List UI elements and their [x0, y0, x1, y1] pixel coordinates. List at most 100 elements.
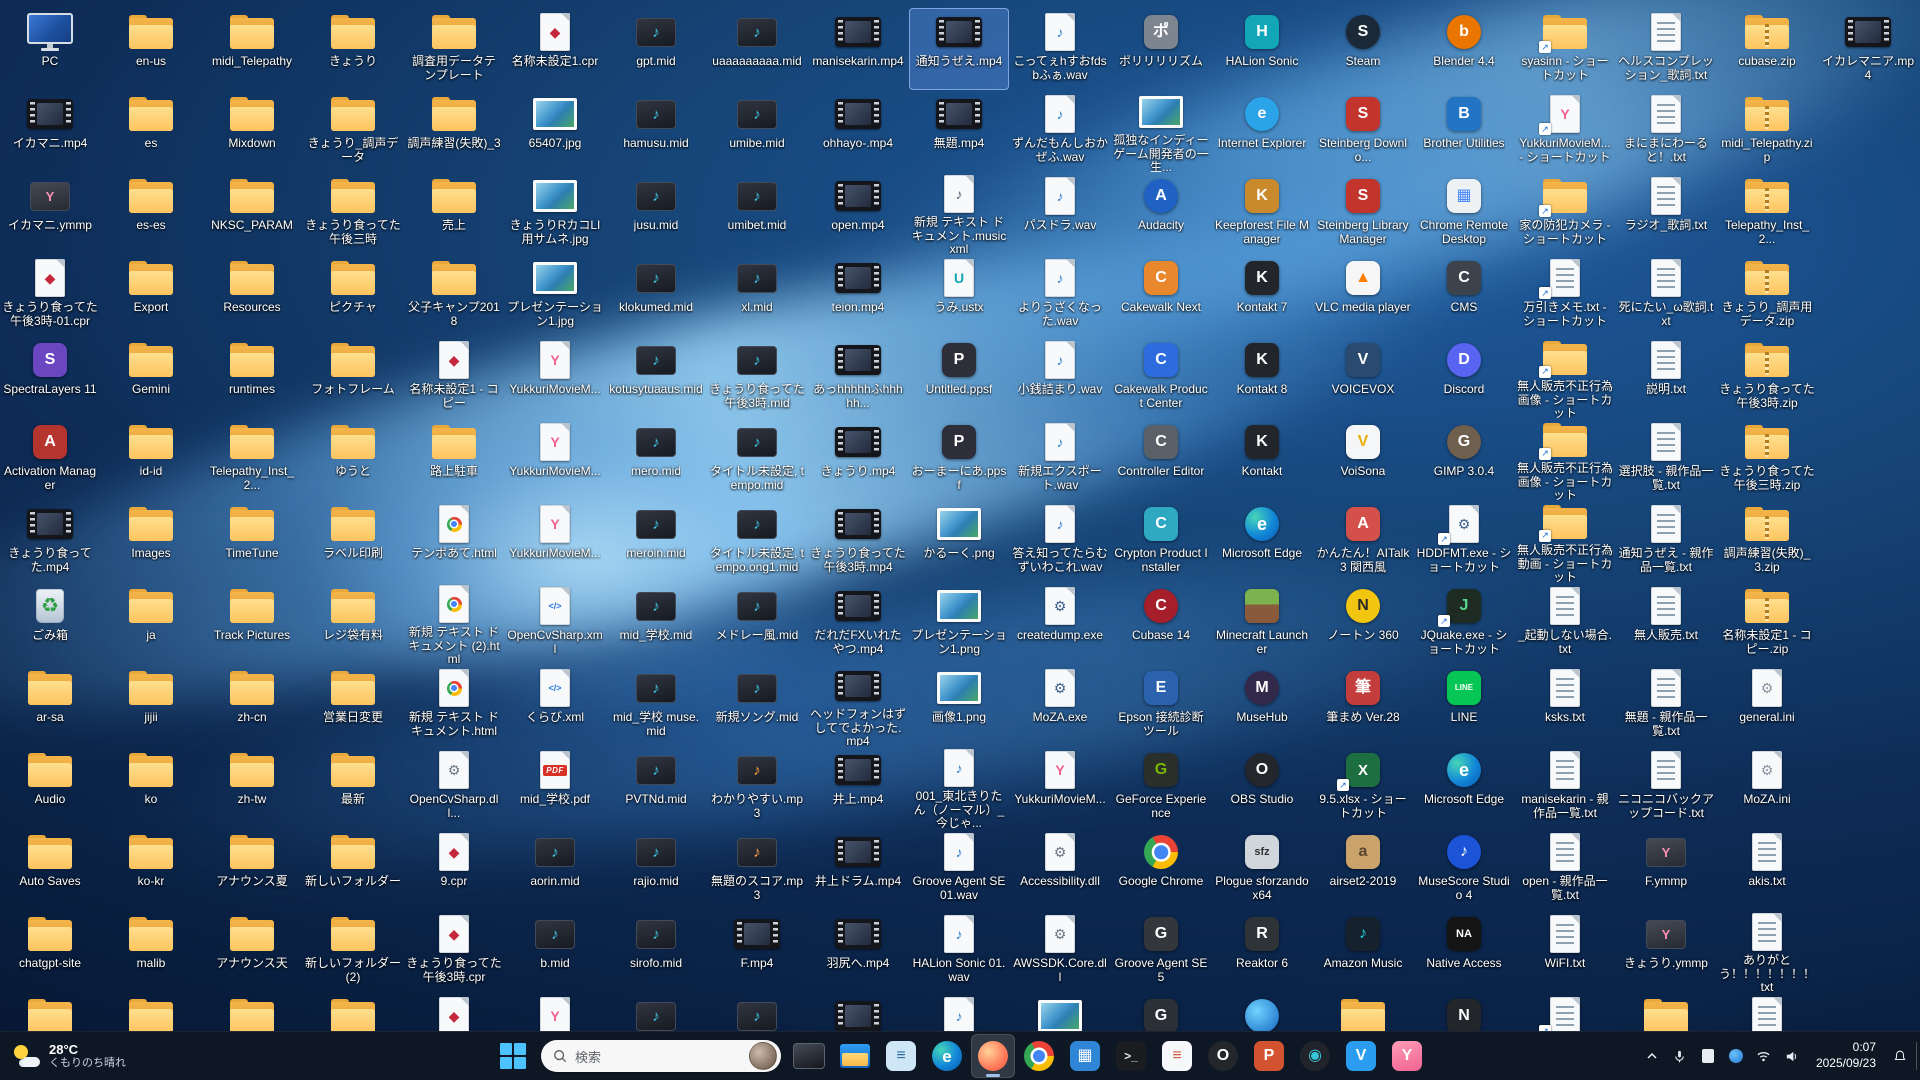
desktop-icon[interactable]: S Steinberg Library Manager: [1313, 172, 1413, 254]
desktop-icon[interactable]: [1010, 992, 1110, 1032]
desktop-icon[interactable]: [1313, 992, 1413, 1032]
desktop-icon[interactable]: e Internet Explorer: [1212, 90, 1312, 172]
desktop-icon[interactable]: ◆ きょうり食ってた午後3時-01.cpr: [0, 254, 100, 336]
desktop-icon[interactable]: S SpectraLayers 11: [0, 336, 100, 418]
desktop-icon[interactable]: C Cubase 14: [1111, 582, 1211, 664]
desktop-icon[interactable]: ⚙ OpenCvSharp.dll...: [404, 746, 504, 828]
desktop-icon[interactable]: X ↗ 9.5.xlsx - ショートカット: [1313, 746, 1413, 828]
desktop-icon[interactable]: ♪ タイトル未設定, tempo.ong1.mid: [707, 500, 807, 582]
desktop-icon[interactable]: zh-cn: [202, 664, 302, 746]
desktop-icon[interactable]: jijii: [101, 664, 201, 746]
desktop-icon[interactable]: Auto Saves: [0, 828, 100, 910]
desktop-icon[interactable]: きょうり_調声データ: [303, 90, 403, 172]
desktop-icon[interactable]: D Discord: [1414, 336, 1514, 418]
desktop-icon[interactable]: C Cakewalk Next: [1111, 254, 1211, 336]
desktop-icon[interactable]: zh-tw: [202, 746, 302, 828]
desktop-icon[interactable]: 調査用データテンプレート: [404, 8, 504, 90]
desktop-icon[interactable]: 父子キャンプ2018: [404, 254, 504, 336]
desktop-icon[interactable]: ♪: [909, 992, 1009, 1032]
app-lightblue-doc[interactable]: ≡: [879, 1034, 923, 1078]
desktop-icon[interactable]: WiFI.txt: [1515, 910, 1615, 992]
obs-studio[interactable]: O: [1201, 1034, 1245, 1078]
desktop-icon[interactable]: NKSC_PARAM: [202, 172, 302, 254]
desktop-icon[interactable]: 無題 - 親作品一覧.txt: [1616, 664, 1716, 746]
desktop-icon[interactable]: open - 親作品一覧.txt: [1515, 828, 1615, 910]
desktop-icon[interactable]: 新規 テキスト ドキュメント.html: [404, 664, 504, 746]
desktop-icon[interactable]: manisekarin - 親作品一覧.txt: [1515, 746, 1615, 828]
desktop-icon[interactable]: akis.txt: [1717, 828, 1817, 910]
desktop-icon[interactable]: ⚙ AWSSDK.Core.dll: [1010, 910, 1110, 992]
desktop-icon[interactable]: TimeTune: [202, 500, 302, 582]
desktop-icon[interactable]: Export: [101, 254, 201, 336]
tray-app-icon-blue[interactable]: [1724, 1044, 1748, 1068]
taskbar-clock[interactable]: 0:07 2025/09/23: [1808, 1040, 1884, 1071]
desktop-icon[interactable]: ♪ 答え知ってたらむずいわこれ.wav: [1010, 500, 1110, 582]
desktop-icon[interactable]: C Crypton Product Installer: [1111, 500, 1211, 582]
file-explorer[interactable]: [833, 1034, 877, 1078]
desktop-icon[interactable]: ♪ HALion Sonic 01.wav: [909, 910, 1009, 992]
desktop-icon[interactable]: 無人販売.txt: [1616, 582, 1716, 664]
tray-chevron-up-icon[interactable]: [1640, 1044, 1664, 1068]
desktop-icon[interactable]: ohhayo-.mp4: [808, 90, 908, 172]
desktop-icon[interactable]: malib: [101, 910, 201, 992]
desktop-icon[interactable]: 最新: [303, 746, 403, 828]
desktop-icon[interactable]: ♪ PVTNd.mid: [606, 746, 706, 828]
desktop-icon[interactable]: runtimes: [202, 336, 302, 418]
desktop-icon[interactable]: ksks.txt: [1515, 664, 1615, 746]
desktop-icon[interactable]: ♪ xl.mid: [707, 254, 807, 336]
desktop-icon[interactable]: ♪ よりうざくなった.wav: [1010, 254, 1110, 336]
desktop-icon[interactable]: ♪ ずんだもんしおかぜふ.wav: [1010, 90, 1110, 172]
desktop-icon[interactable]: ♪ MuseScore Studio 4: [1414, 828, 1514, 910]
desktop-icon[interactable]: ♪ sirofo.mid: [606, 910, 706, 992]
desktop-icon[interactable]: V VoiSona: [1313, 418, 1413, 500]
desktop-icon[interactable]: 無題.mp4: [909, 90, 1009, 172]
desktop-icon[interactable]: 調声練習(失敗)_3: [404, 90, 504, 172]
desktop-icon[interactable]: K Kontakt 7: [1212, 254, 1312, 336]
desktop-icon[interactable]: K Kontakt: [1212, 418, 1312, 500]
desktop-icon[interactable]: 売上: [404, 172, 504, 254]
desktop-icon[interactable]: teion.mp4: [808, 254, 908, 336]
desktop-icon[interactable]: A Audacity: [1111, 172, 1211, 254]
desktop-icon[interactable]: ニコニコバックアップコード.txt: [1616, 746, 1716, 828]
desktop-icon[interactable]: ◆: [404, 992, 504, 1032]
desktop-icon[interactable]: ♪: [606, 992, 706, 1032]
desktop-icon[interactable]: ◆ 名称未設定1.cpr: [505, 8, 605, 90]
desktop-icon[interactable]: ja: [101, 582, 201, 664]
desktop-icon[interactable]: ♪ mero.mid: [606, 418, 706, 500]
desktop-icon[interactable]: sfz Plogue sforzando x64: [1212, 828, 1312, 910]
desktop-icon[interactable]: ♪ kotusytuaaus.mid: [606, 336, 706, 418]
desktop-icon[interactable]: あっhhhhhふhhhhh...: [808, 336, 908, 418]
desktop-icon[interactable]: 65407.jpg: [505, 90, 605, 172]
ymm4[interactable]: Y: [1385, 1034, 1429, 1078]
desktop-icon[interactable]: 死にたい_ω歌詞.txt: [1616, 254, 1716, 336]
desktop-icon[interactable]: ラベル印刷: [303, 500, 403, 582]
desktop-icon[interactable]: ♪ meroin.mid: [606, 500, 706, 582]
desktop-icon[interactable]: ポポリリリリズム: [1111, 8, 1211, 90]
desktop-icon[interactable]: 孤独なインディーゲーム開発者の一生...: [1111, 90, 1211, 172]
desktop-icon[interactable]: きょうり食ってた午後三時.zip: [1717, 418, 1817, 500]
desktop-icon[interactable]: ♪ パスドラ.wav: [1010, 172, 1110, 254]
desktop-icon[interactable]: Gemini: [101, 336, 201, 418]
desktop-icon[interactable]: 新しいフォルダー: [303, 828, 403, 910]
desktop-icon[interactable]: ◆ 9.cpr: [404, 828, 504, 910]
desktop-icon[interactable]: S Steinberg Downlo...: [1313, 90, 1413, 172]
desktop-icon[interactable]: K Kontakt 8: [1212, 336, 1312, 418]
desktop-icon[interactable]: Y F.ymmp: [1616, 828, 1716, 910]
desktop[interactable]: PC イカマニ.mp4 Y イカマニ.ymmp ◆ きょうり食ってた午後3時-01.cpr…: [0, 0, 1920, 1032]
powerpoint[interactable]: P: [1247, 1034, 1291, 1078]
desktop-icon[interactable]: Y イカマニ.ymmp: [0, 172, 100, 254]
desktop-icon[interactable]: </> くらび.xml: [505, 664, 605, 746]
desktop-icon[interactable]: 名称未設定1 - コピー.zip: [1717, 582, 1817, 664]
desktop-icon[interactable]: Y YukkuriMovieM...: [505, 336, 605, 418]
desktop-icon[interactable]: es: [101, 90, 201, 172]
app-blue-v[interactable]: V: [1339, 1034, 1383, 1078]
desktop-icon[interactable]: ♪ hamusu.mid: [606, 90, 706, 172]
desktop-icon[interactable]: [303, 992, 403, 1032]
desktop-icon[interactable]: Telepathy_Inst_2...: [202, 418, 302, 500]
desktop-icon[interactable]: ヘッドフォンはずしてでよかった.mp4: [808, 664, 908, 746]
desktop-icon[interactable]: 調声練習(失敗)_3.zip: [1717, 500, 1817, 582]
desktop-icon[interactable]: ↗ 無人販売不正行為動画 - ショートカット: [1515, 500, 1615, 582]
desktop-icon[interactable]: 新しいフォルダー (2): [303, 910, 403, 992]
desktop-icon[interactable]: P おーまーにあ.ppsf: [909, 418, 1009, 500]
desktop-icon[interactable]: E Epson 接続診断ツール: [1111, 664, 1211, 746]
